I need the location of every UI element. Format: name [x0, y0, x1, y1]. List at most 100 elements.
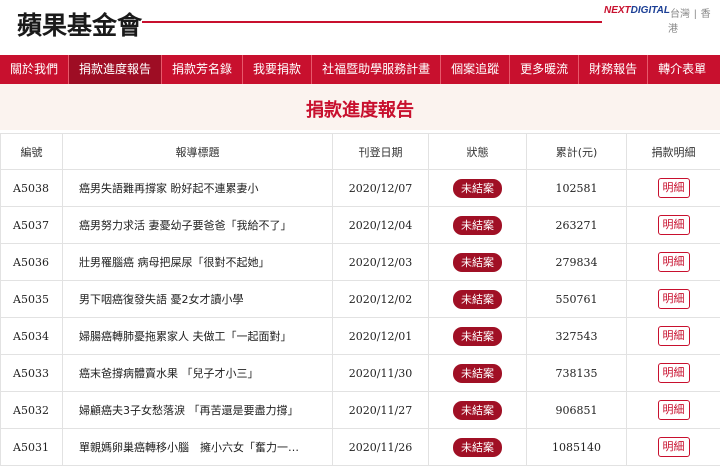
region-tw-link[interactable]: 台灣: [670, 9, 690, 20]
main-nav: 關於我們 捐款進度報告 捐款芳名錄 我要捐款 社福暨助學服務計畫 個案追蹤 更多暖流 財務報告…: [0, 55, 720, 84]
region-switch: 台灣 | 香港: [668, 5, 720, 35]
detail-button[interactable]: 明細: [657, 437, 690, 457]
accumulated-amount: 906851: [526, 391, 627, 429]
nav-item-7[interactable]: 財務報告: [579, 55, 647, 84]
publish-date: 2020/12/01: [332, 317, 429, 355]
publish-date: 2020/11/30: [332, 354, 429, 392]
table-row: A5032 婦顧癌夫3子女愁落淚 「再苦還是要盡力撐」 2020/11/27 未結案 9…: [0, 391, 720, 429]
column-header-amount: 累計(元): [526, 133, 627, 170]
status-badge: 未結案: [453, 363, 502, 383]
nav-item-6[interactable]: 更多暖流: [510, 55, 578, 84]
publish-date: 2020/11/27: [332, 391, 429, 429]
case-id: A5037: [0, 206, 63, 244]
status-cell: 未結案: [428, 169, 527, 207]
detail-button[interactable]: 明細: [657, 363, 690, 383]
table-row: A5036 壯男罹腦癌 病母把屎尿「很對不起她」 2020/12/03 未結案 2798…: [0, 243, 720, 281]
table-row: A5038 癌男失語難再撐家 盼好起不連累妻小 2020/12/07 未結案 10258…: [0, 169, 720, 207]
status-badge: 未結案: [453, 326, 502, 346]
table-row: A5031 單親媽卵巢癌轉移小腦 擁小六女「奮力一… 2020/11/26 未結案 10…: [0, 428, 720, 466]
header-divider: [142, 21, 602, 23]
column-header-id: 編號: [0, 133, 63, 170]
accumulated-amount: 550761: [526, 280, 627, 318]
table-row: A5034 婦腸癌轉肺憂拖累家人 夫做工「一起面對」 2020/12/01 未結案 32…: [0, 317, 720, 355]
nav-item-8[interactable]: 轉介表單: [648, 55, 716, 84]
donation-progress-table: 編號 報導標題 刊登日期 狀態 累計(元) 捐款明細 A5038 癌男失語難再撐家…: [0, 133, 720, 466]
detail-button[interactable]: 明細: [657, 326, 690, 346]
status-cell: 未結案: [428, 391, 527, 429]
accumulated-amount: 279834: [526, 243, 627, 281]
detail-cell: 明細: [626, 206, 720, 244]
case-id: A5033: [0, 354, 63, 392]
status-badge: 未結案: [453, 289, 502, 309]
status-badge: 未結案: [453, 400, 502, 420]
table-header-row: 編號 報導標題 刊登日期 狀態 累計(元) 捐款明細: [0, 133, 720, 170]
status-cell: 未結案: [428, 206, 527, 244]
nav-item-4[interactable]: 社福暨助學服務計畫: [312, 55, 440, 84]
status-badge: 未結案: [453, 252, 502, 272]
case-headline-link[interactable]: 單親媽卵巢癌轉移小腦 擁小六女「奮力一…: [62, 428, 333, 466]
case-headline-link[interactable]: 癌男失語難再撐家 盼好起不連累妻小: [62, 169, 333, 207]
site-header: 蘋果基金會 NEXTDIGITAL 台灣 | 香港: [0, 0, 720, 60]
detail-cell: 明細: [626, 354, 720, 392]
column-header-date: 刊登日期: [332, 133, 429, 170]
detail-button[interactable]: 明細: [657, 215, 690, 235]
title-band: 捐款進度報告: [0, 84, 720, 130]
detail-button[interactable]: 明細: [657, 289, 690, 309]
detail-cell: 明細: [626, 317, 720, 355]
accumulated-amount: 102581: [526, 169, 627, 207]
nav-item-3[interactable]: 我要捐款: [243, 55, 311, 84]
detail-button[interactable]: 明細: [657, 178, 690, 198]
publish-date: 2020/12/04: [332, 206, 429, 244]
page-title: 捐款進度報告: [306, 100, 414, 121]
accumulated-amount: 738135: [526, 354, 627, 392]
publish-date: 2020/11/26: [332, 428, 429, 466]
case-id: A5038: [0, 169, 63, 207]
nav-item-0[interactable]: 關於我們: [0, 55, 68, 84]
status-cell: 未結案: [428, 280, 527, 318]
accumulated-amount: 1085140: [526, 428, 627, 466]
case-headline-link[interactable]: 婦腸癌轉肺憂拖累家人 夫做工「一起面對」: [62, 317, 333, 355]
status-badge: 未結案: [453, 215, 502, 235]
case-headline-link[interactable]: 婦顧癌夫3子女愁落淚 「再苦還是要盡力撐」: [62, 391, 333, 429]
table-row: A5035 男下咽癌復發失語 憂2女才讀小學 2020/12/02 未結案 550761…: [0, 280, 720, 318]
nav-item-2[interactable]: 捐款芳名錄: [162, 55, 242, 84]
detail-cell: 明細: [626, 243, 720, 281]
table-row: A5037 癌男努力求活 妻憂幼子要爸爸「我給不了」 2020/12/04 未結案 26…: [0, 206, 720, 244]
detail-button[interactable]: 明細: [657, 400, 690, 420]
case-headline-link[interactable]: 癌末爸撐病體賣水果 「兒子才小三」: [62, 354, 333, 392]
publish-date: 2020/12/02: [332, 280, 429, 318]
publish-date: 2020/12/07: [332, 169, 429, 207]
nav-item-1[interactable]: 捐款進度報告: [69, 55, 162, 84]
case-headline-link[interactable]: 壯男罹腦癌 病母把屎尿「很對不起她」: [62, 243, 333, 281]
case-id: A5035: [0, 280, 63, 318]
status-badge: 未結案: [453, 437, 502, 457]
detail-cell: 明細: [626, 280, 720, 318]
case-headline-link[interactable]: 男下咽癌復發失語 憂2女才讀小學: [62, 280, 333, 318]
case-id: A5036: [0, 243, 63, 281]
status-cell: 未結案: [428, 354, 527, 392]
next-digital-logo[interactable]: NEXTDIGITAL: [604, 5, 670, 16]
nav-item-5[interactable]: 個案追蹤: [441, 55, 509, 84]
detail-button[interactable]: 明細: [657, 252, 690, 272]
brand-suffix: DIGITAL: [630, 5, 670, 16]
case-headline-link[interactable]: 癌男努力求活 妻憂幼子要爸爸「我給不了」: [62, 206, 333, 244]
case-id: A5031: [0, 428, 63, 466]
column-header-status: 狀態: [428, 133, 527, 170]
accumulated-amount: 327543: [526, 317, 627, 355]
detail-cell: 明細: [626, 169, 720, 207]
region-separator: |: [694, 9, 697, 20]
detail-cell: 明細: [626, 391, 720, 429]
case-id: A5034: [0, 317, 63, 355]
column-header-headline: 報導標題: [62, 133, 333, 170]
accumulated-amount: 263271: [526, 206, 627, 244]
table-row: A5033 癌末爸撐病體賣水果 「兒子才小三」 2020/11/30 未結案 73813…: [0, 354, 720, 392]
detail-cell: 明細: [626, 428, 720, 466]
status-badge: 未結案: [453, 178, 502, 198]
logo-text: 蘋果基金會: [17, 11, 143, 40]
case-id: A5032: [0, 391, 63, 429]
status-cell: 未結案: [428, 428, 527, 466]
publish-date: 2020/12/03: [332, 243, 429, 281]
site-logo[interactable]: 蘋果基金會: [17, 4, 142, 44]
column-header-detail: 捐款明細: [626, 133, 720, 170]
status-cell: 未結案: [428, 243, 527, 281]
